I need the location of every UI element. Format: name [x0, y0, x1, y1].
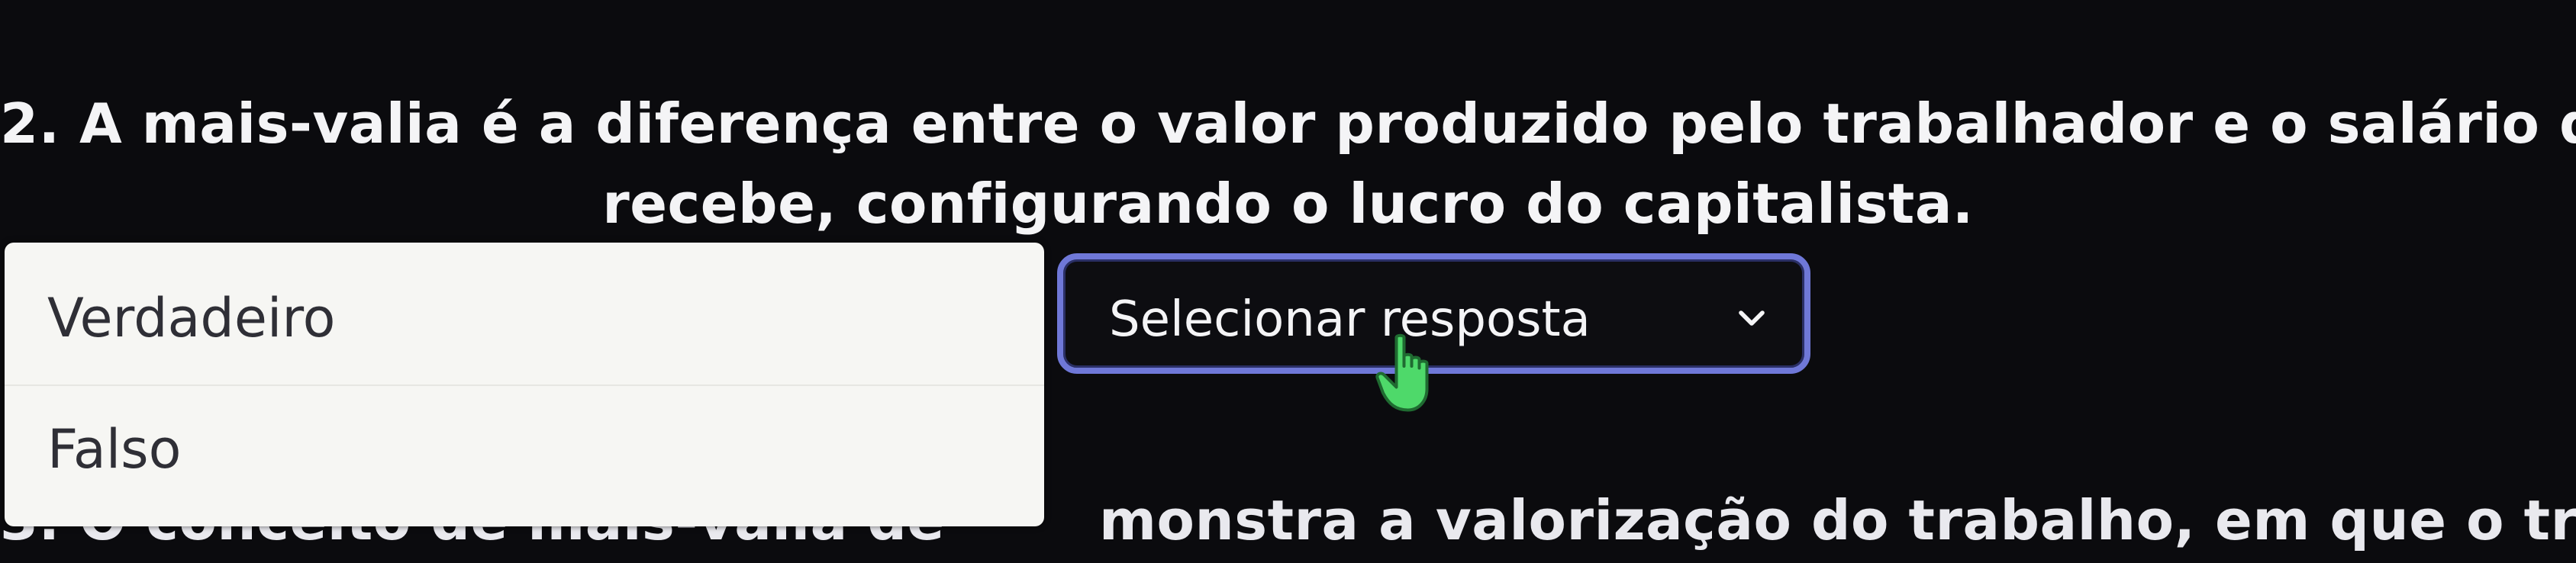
question-2-text-line-1: 2. A mais-valia é a diferença entre o va… — [0, 92, 2576, 156]
answer-options-popup: Verdadeiro Falso — [5, 243, 1044, 526]
answer-select-label: Selecionar resposta — [1109, 291, 1591, 348]
question-3-text-visible: monstra a valorização do trabalho, em qu… — [1099, 488, 2576, 552]
option-verdadeiro[interactable]: Verdadeiro — [47, 287, 335, 349]
option-falso[interactable]: Falso — [47, 418, 181, 481]
hand-pointer-icon — [1375, 333, 1429, 412]
chevron-down-icon — [1739, 310, 1765, 326]
question-2-text-line-2: recebe, configurando o lucro do capitali… — [602, 172, 1974, 236]
option-separator — [5, 384, 1044, 386]
